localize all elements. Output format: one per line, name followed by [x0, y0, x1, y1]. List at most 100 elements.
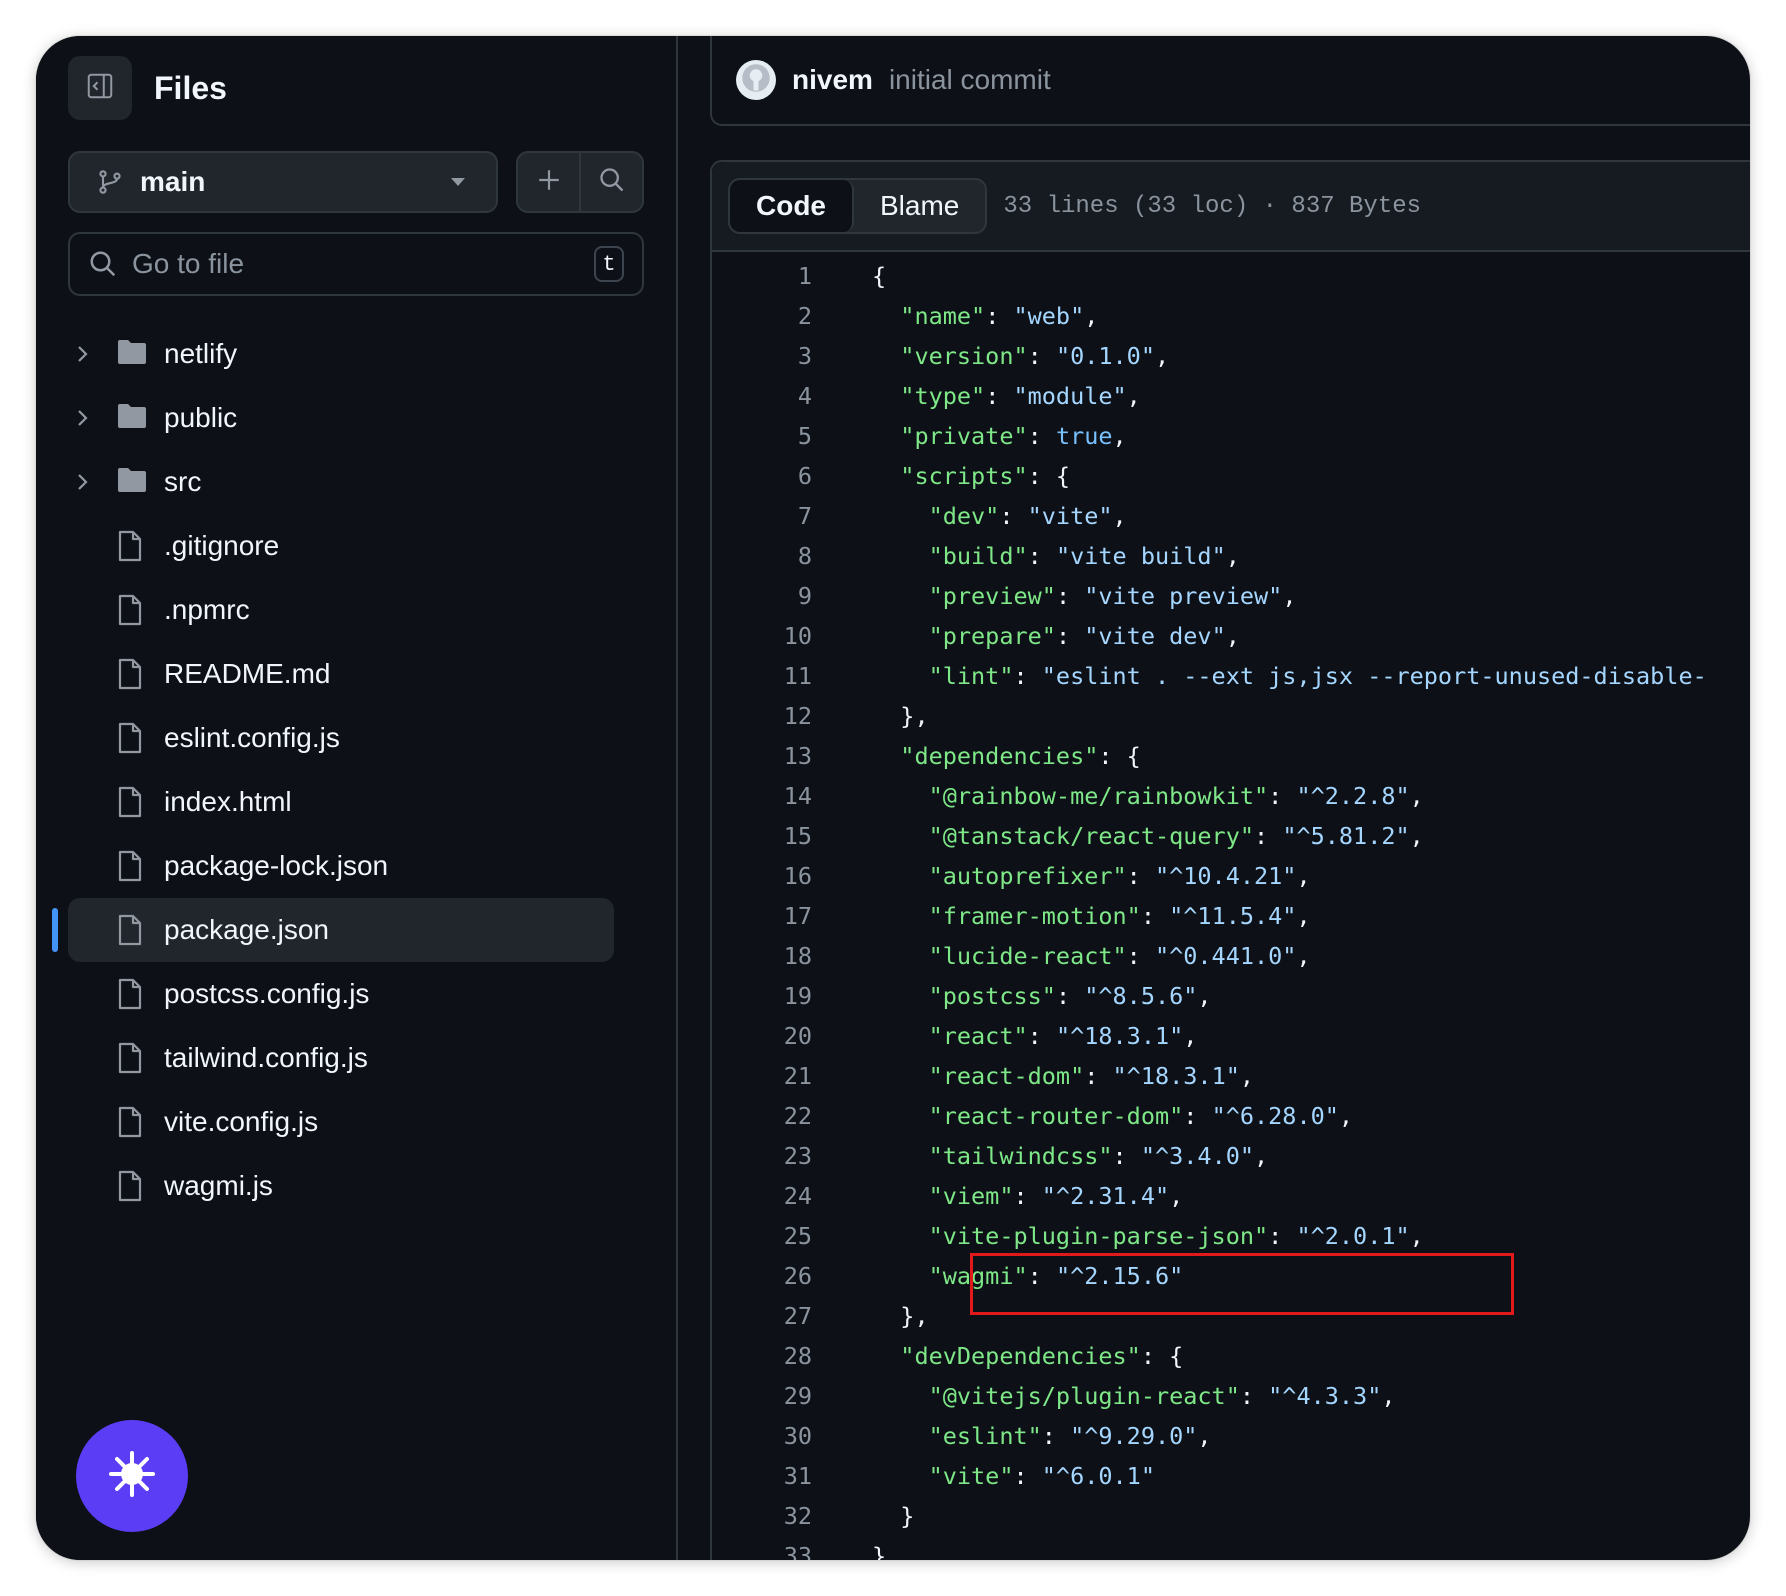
tab-blame[interactable]: Blame — [854, 180, 985, 232]
go-to-file-input[interactable]: Go to file t — [68, 232, 644, 296]
tree-folder-item[interactable]: src — [36, 450, 676, 514]
file-tree-sidebar: Files main Go to file t netlify public s… — [36, 36, 678, 1560]
code-line-text: "eslint": "^9.29.0", — [928, 1422, 1212, 1450]
code-line-text: "vite": "^6.0.1" — [928, 1462, 1155, 1490]
tree-file-item[interactable]: .npmrc — [36, 578, 676, 642]
code-line-text: "version": "0.1.0", — [900, 342, 1170, 370]
tree-item-label: eslint.config.js — [164, 722, 340, 753]
tree-file-item[interactable]: .gitignore — [36, 514, 676, 578]
tab-code[interactable]: Code — [730, 180, 854, 232]
tree-file-item[interactable]: package-lock.json — [36, 834, 676, 898]
line-number[interactable]: 13 — [732, 742, 812, 770]
code-line-text: "postcss": "^8.5.6", — [928, 982, 1212, 1010]
chevron-right-icon[interactable] — [76, 344, 90, 364]
latest-commit-bar: nivem initial commit — [710, 36, 1750, 126]
tree-item-label: netlify — [164, 338, 238, 369]
code-line: 15 "@tanstack/react-query": "^5.81.2", — [712, 814, 1750, 854]
line-number[interactable]: 5 — [732, 422, 812, 450]
go-to-file-placeholder: Go to file — [132, 248, 245, 279]
line-number[interactable]: 4 — [732, 382, 812, 410]
tree-file-item[interactable]: tailwind.config.js — [36, 1026, 676, 1090]
tree-item-label: src — [164, 466, 202, 497]
line-number[interactable]: 3 — [732, 342, 812, 370]
code-line: 7 "dev": "vite", — [712, 494, 1750, 534]
line-number[interactable]: 2 — [732, 302, 812, 330]
file-tree: netlify public src .gitignore .npmrc README.m… — [36, 322, 676, 1218]
line-number[interactable]: 21 — [732, 1062, 812, 1090]
code-line-text: { — [872, 262, 887, 290]
code-line-text: "react": "^18.3.1", — [928, 1022, 1198, 1050]
search-code-button[interactable] — [579, 153, 642, 211]
file-viewer: Code Blame 33 lines (33 loc) · 837 Bytes… — [710, 160, 1750, 1560]
code-line: 11 "lint": "eslint . --ext js,jsx --repo… — [712, 654, 1750, 694]
code-line: 4 "type": "module", — [712, 374, 1750, 414]
code-line-text: "dev": "vite", — [928, 502, 1127, 530]
code-line-text: "framer-motion": "^11.5.4", — [928, 902, 1311, 930]
line-number[interactable]: 6 — [732, 462, 812, 490]
tree-file-item[interactable]: vite.config.js — [36, 1090, 676, 1154]
code-line: 16 "autoprefixer": "^10.4.21", — [712, 854, 1750, 894]
code-line-text: }, — [872, 1302, 929, 1330]
line-number[interactable]: 7 — [732, 502, 812, 530]
tree-file-item[interactable]: eslint.config.js — [36, 706, 676, 770]
chevron-right-icon[interactable] — [76, 408, 90, 428]
line-number[interactable]: 9 — [732, 582, 812, 610]
search-icon — [88, 249, 118, 279]
line-number[interactable]: 15 — [732, 822, 812, 850]
line-number[interactable]: 25 — [732, 1222, 812, 1250]
tree-file-item[interactable]: wagmi.js — [36, 1154, 676, 1218]
line-number[interactable]: 18 — [732, 942, 812, 970]
line-number[interactable]: 22 — [732, 1102, 812, 1130]
file-icon — [116, 1042, 144, 1074]
add-file-button[interactable] — [518, 153, 579, 211]
line-number[interactable]: 33 — [732, 1542, 812, 1560]
branch-selector[interactable]: main — [68, 151, 498, 213]
avatar[interactable] — [736, 60, 776, 100]
line-number[interactable]: 14 — [732, 782, 812, 810]
line-number[interactable]: 26 — [732, 1262, 812, 1290]
chevron-down-icon — [450, 177, 466, 187]
line-number[interactable]: 23 — [732, 1142, 812, 1170]
assistant-fab-button[interactable] — [76, 1420, 188, 1532]
line-number[interactable]: 10 — [732, 622, 812, 650]
code-line-text: "preview": "vite preview", — [928, 582, 1297, 610]
line-number[interactable]: 28 — [732, 1342, 812, 1370]
line-number[interactable]: 29 — [732, 1382, 812, 1410]
line-number[interactable]: 27 — [732, 1302, 812, 1330]
collapse-sidebar-button[interactable] — [68, 56, 132, 120]
tree-file-item[interactable]: index.html — [36, 770, 676, 834]
git-branch-icon — [96, 168, 124, 196]
file-icon — [116, 786, 144, 818]
tree-file-item[interactable]: postcss.config.js — [36, 962, 676, 1026]
code-line-text: "@vitejs/plugin-react": "^4.3.3", — [928, 1382, 1396, 1410]
code-line-text: "vite-plugin-parse-json": "^2.0.1", — [928, 1222, 1424, 1250]
commit-author[interactable]: nivem — [792, 64, 873, 96]
sparkle-icon — [107, 1449, 157, 1504]
line-number[interactable]: 17 — [732, 902, 812, 930]
line-number[interactable]: 1 — [732, 262, 812, 290]
chevron-right-icon[interactable] — [76, 472, 90, 492]
file-icon — [116, 594, 144, 626]
line-number[interactable]: 30 — [732, 1422, 812, 1450]
tree-item-label: wagmi.js — [164, 1170, 273, 1201]
code-line: 29 "@vitejs/plugin-react": "^4.3.3", — [712, 1374, 1750, 1414]
line-number[interactable]: 31 — [732, 1462, 812, 1490]
line-number[interactable]: 11 — [732, 662, 812, 690]
code-line: 33} — [712, 1534, 1750, 1560]
line-number[interactable]: 19 — [732, 982, 812, 1010]
line-number[interactable]: 16 — [732, 862, 812, 890]
tree-file-item[interactable]: README.md — [36, 642, 676, 706]
commit-message[interactable]: initial commit — [889, 64, 1051, 96]
code-line-text: "devDependencies": { — [900, 1342, 1184, 1370]
tree-folder-item[interactable]: public — [36, 386, 676, 450]
search-icon — [598, 166, 626, 199]
line-number[interactable]: 12 — [732, 702, 812, 730]
line-number[interactable]: 32 — [732, 1502, 812, 1530]
line-number[interactable]: 20 — [732, 1022, 812, 1050]
line-number[interactable]: 24 — [732, 1182, 812, 1210]
tree-folder-item[interactable]: netlify — [36, 322, 676, 386]
code-line-text: "lucide-react": "^0.441.0", — [928, 942, 1311, 970]
line-number[interactable]: 8 — [732, 542, 812, 570]
tree-file-item[interactable]: package.json — [36, 898, 676, 962]
code-line: 23 "tailwindcss": "^3.4.0", — [712, 1134, 1750, 1174]
